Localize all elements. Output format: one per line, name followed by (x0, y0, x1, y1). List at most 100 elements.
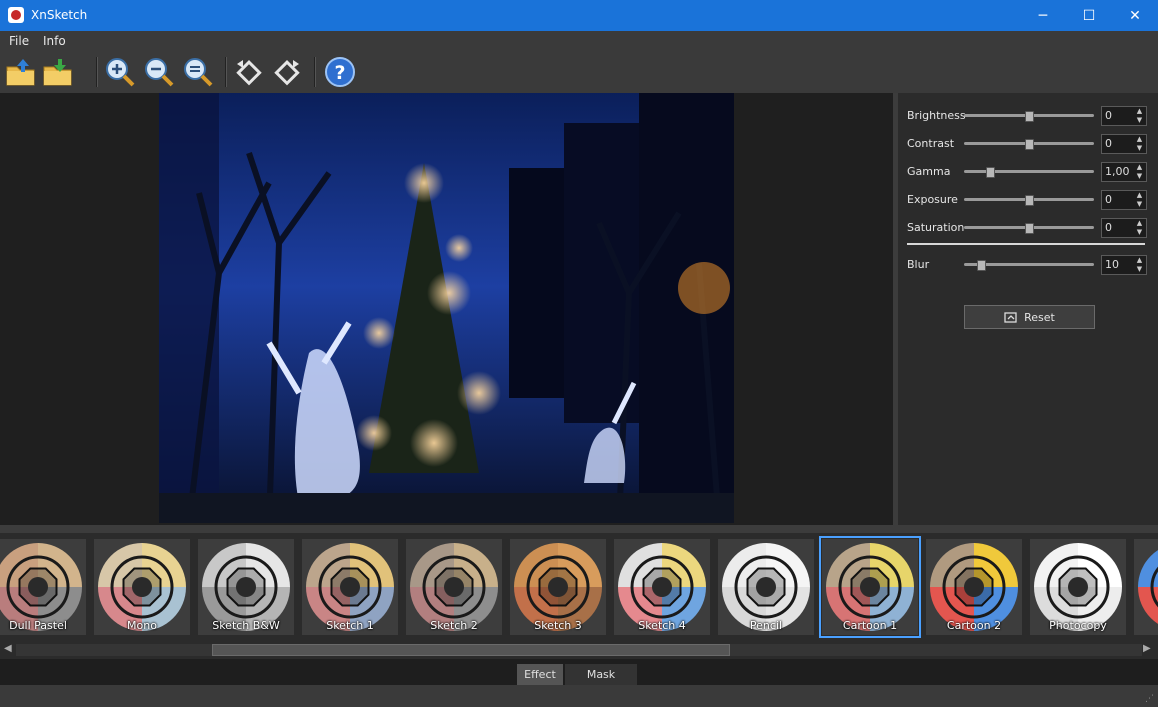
menu-info[interactable]: Info (43, 34, 66, 48)
toolbar-separator (314, 57, 316, 87)
exposure-label: Exposure (907, 193, 958, 206)
contrast-label: Contrast (907, 137, 955, 150)
zoom-fit-icon (184, 58, 213, 87)
gamma-value: 1,00 (1105, 165, 1130, 178)
scroll-track[interactable] (16, 644, 1142, 656)
app-icon (8, 7, 24, 23)
horizontal-splitter[interactable] (0, 525, 1158, 533)
zoom-in-icon (106, 58, 135, 87)
effect-sketch-2[interactable]: Sketch 2 (406, 539, 502, 635)
toolbar-separator (96, 57, 98, 87)
spin-arrows-icon[interactable]: ▲ ▼ (1133, 191, 1146, 209)
brightness-label: Brightness (907, 109, 966, 122)
preview-area[interactable] (0, 93, 893, 525)
spin-arrows-icon[interactable]: ▲ ▼ (1133, 135, 1146, 153)
effect-cartoon-1[interactable]: Cartoon 1 (819, 536, 921, 638)
scroll-right-icon[interactable]: ▶ (1143, 643, 1151, 654)
slider-handle[interactable] (1025, 139, 1034, 150)
contrast-row: Contrast 0 ▲ ▼ (907, 134, 1147, 154)
effect-mono[interactable]: Mono (94, 539, 190, 635)
blur-value: 10 (1105, 258, 1119, 271)
tab-mask[interactable]: Mask (565, 664, 637, 685)
open-icon (6, 59, 35, 86)
exposure-value: 0 (1105, 193, 1112, 206)
gamma-slider[interactable] (964, 167, 1094, 178)
open-button[interactable] (4, 55, 38, 89)
preview-image[interactable] (159, 93, 734, 523)
blur-spinbox[interactable]: 10 ▲ ▼ (1101, 255, 1147, 275)
effect-more[interactable] (1134, 539, 1158, 635)
contrast-spinbox[interactable]: 0 ▲ ▼ (1101, 134, 1147, 154)
rotate-left-icon (236, 59, 262, 86)
gamma-label: Gamma (907, 165, 951, 178)
effect-pencil[interactable]: Pencil (718, 539, 814, 635)
zoom-fit-button[interactable] (181, 55, 215, 89)
exposure-spinbox[interactable]: 0 ▲ ▼ (1101, 190, 1147, 210)
effect-label: Cartoon 1 (842, 619, 898, 632)
maximize-button[interactable]: ☐ (1066, 0, 1112, 31)
exposure-slider[interactable] (964, 195, 1094, 206)
saturation-row: Saturation 0 ▲ ▼ (907, 218, 1147, 238)
effect-sketch-4[interactable]: Sketch 4 (614, 539, 710, 635)
preview-picture (159, 93, 734, 523)
resize-grip-icon[interactable]: ⋰ (1145, 694, 1154, 704)
save-button[interactable] (42, 55, 76, 89)
effect-label: Sketch 2 (430, 619, 478, 632)
effect-label: Mono (127, 619, 157, 632)
status-bar: ⋰ (0, 685, 1158, 707)
zoom-out-icon (145, 58, 174, 87)
tab-effect[interactable]: Effect (517, 664, 563, 685)
svg-text:?: ? (334, 62, 345, 84)
slider-handle[interactable] (986, 167, 995, 178)
zoom-in-button[interactable] (103, 55, 137, 89)
help-icon: ? (325, 57, 355, 87)
slider-handle[interactable] (1025, 111, 1034, 122)
slider-handle[interactable] (1025, 223, 1034, 234)
saturation-label: Saturation (907, 221, 965, 234)
effects-scrollbar[interactable]: ◀ ▶ (0, 641, 1158, 659)
save-icon (43, 59, 72, 86)
slider-handle[interactable] (976, 260, 986, 271)
contrast-slider[interactable] (964, 139, 1094, 150)
spin-arrows-icon[interactable]: ▲ ▼ (1133, 107, 1146, 125)
spin-arrows-icon[interactable]: ▲ ▼ (1133, 163, 1146, 181)
blur-slider[interactable] (964, 260, 1094, 271)
slider-handle[interactable] (1025, 195, 1034, 206)
effect-label: Dull Pastel (9, 619, 67, 632)
exposure-row: Exposure 0 ▲ ▼ (907, 190, 1147, 210)
effect-preview-icon (1134, 539, 1158, 635)
effect-photocopy[interactable]: Photocopy (1030, 539, 1126, 635)
effect-sketch-1[interactable]: Sketch 1 (302, 539, 398, 635)
minimize-button[interactable]: ─ (1020, 0, 1066, 31)
window-title: XnSketch (31, 8, 88, 22)
effect-cartoon-2[interactable]: Cartoon 2 (926, 539, 1022, 635)
effect-label: Sketch B&W (212, 619, 280, 632)
effect-dull-pastel[interactable]: Dull Pastel (0, 539, 86, 635)
spin-arrows-icon[interactable]: ▲ ▼ (1133, 219, 1146, 237)
effect-label: Cartoon 2 (946, 619, 1002, 632)
rotate-right-icon (274, 59, 300, 86)
brightness-spinbox[interactable]: 0 ▲ ▼ (1101, 106, 1147, 126)
gamma-spinbox[interactable]: 1,00 ▲ ▼ (1101, 162, 1147, 182)
spin-arrows-icon[interactable]: ▲ ▼ (1133, 256, 1146, 274)
blur-label: Blur (907, 258, 930, 271)
scroll-left-icon[interactable]: ◀ (4, 643, 12, 654)
gamma-row: Gamma 1,00 ▲ ▼ (907, 162, 1147, 182)
menu-file[interactable]: File (9, 34, 29, 48)
saturation-spinbox[interactable]: 0 ▲ ▼ (1101, 218, 1147, 238)
reset-button[interactable]: Reset (964, 305, 1095, 329)
contrast-value: 0 (1105, 137, 1112, 150)
effect-sketch-3[interactable]: Sketch 3 (510, 539, 606, 635)
rotate-right-button[interactable] (270, 55, 304, 89)
panel-divider (907, 243, 1145, 245)
help-button[interactable]: ? (323, 55, 357, 89)
close-button[interactable]: ✕ (1112, 0, 1158, 31)
toolbar-separator (225, 57, 227, 87)
scroll-thumb[interactable] (212, 644, 730, 656)
zoom-out-button[interactable] (142, 55, 176, 89)
effect-sketch-b-w[interactable]: Sketch B&W (198, 539, 294, 635)
rotate-left-button[interactable] (232, 55, 266, 89)
saturation-slider[interactable] (964, 223, 1094, 234)
brightness-slider[interactable] (964, 111, 1094, 122)
title-bar: XnSketch ─ ☐ ✕ (0, 0, 1158, 31)
